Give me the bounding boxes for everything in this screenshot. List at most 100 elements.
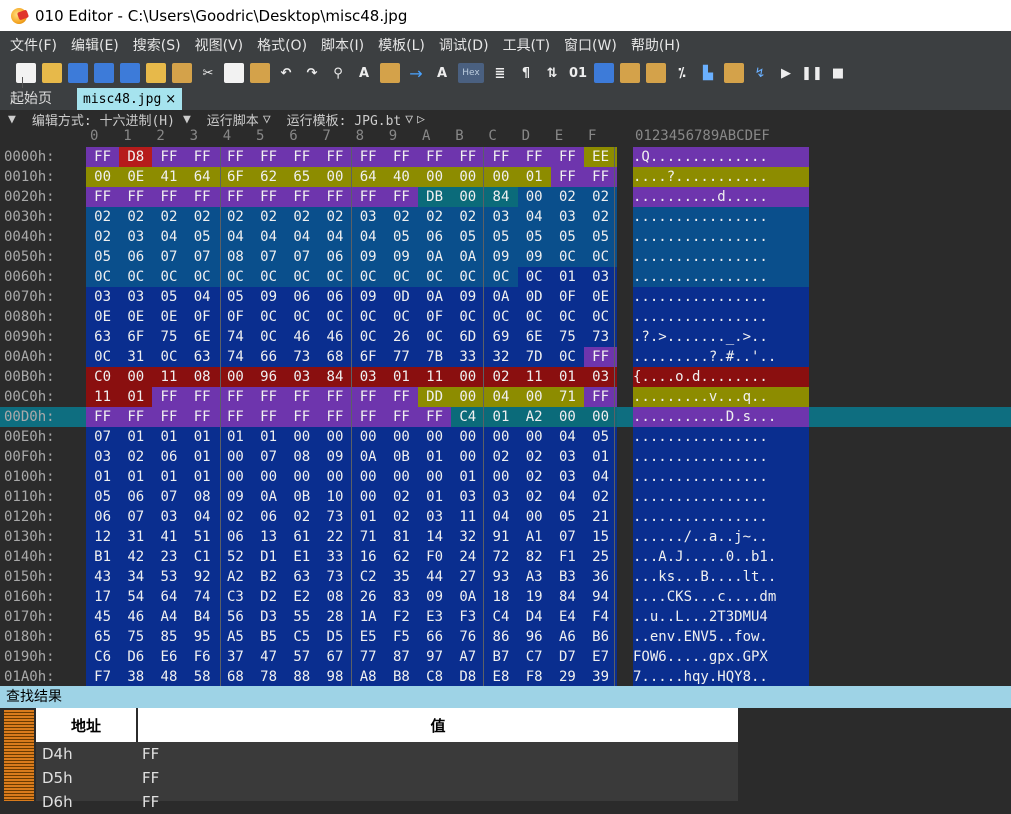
hex-byte[interactable]: 46 bbox=[119, 607, 153, 627]
hex-byte[interactable]: 00 bbox=[451, 367, 485, 387]
ascii-row[interactable]: ..env.ENV5..fow. bbox=[633, 627, 809, 647]
redo-icon[interactable]: ↷ bbox=[302, 63, 322, 83]
hex-byte[interactable]: 36 bbox=[584, 567, 618, 587]
ascii-row[interactable]: .........v...q.. bbox=[633, 387, 809, 407]
hex-byte[interactable]: 09 bbox=[218, 487, 252, 507]
hex-byte[interactable]: 23 bbox=[152, 547, 186, 567]
menu-item-4[interactable]: 格式(O) bbox=[257, 35, 307, 55]
result-address[interactable]: D4h bbox=[42, 742, 73, 766]
hex-byte[interactable]: 92 bbox=[185, 567, 219, 587]
hex-byte[interactable]: 0C bbox=[550, 307, 584, 327]
undo-icon[interactable]: ↶ bbox=[276, 63, 296, 83]
hex-byte[interactable]: 40 bbox=[384, 167, 418, 187]
hex-byte[interactable]: FF bbox=[351, 407, 385, 427]
hex-byte[interactable]: 0D bbox=[517, 287, 551, 307]
hex-row[interactable]: 00D0h: FF FF FF FF FF FF FF FF FF FF FF C4 01 A2 00 00..… bbox=[0, 407, 1011, 427]
hex-byte[interactable]: 01 bbox=[517, 167, 551, 187]
hex-byte[interactable]: 00 bbox=[218, 467, 252, 487]
hex-byte[interactable]: 09 bbox=[517, 247, 551, 267]
hex-byte[interactable]: 74 bbox=[218, 327, 252, 347]
hex-byte[interactable]: 71 bbox=[351, 527, 385, 547]
hex-byte[interactable]: FF bbox=[484, 147, 518, 167]
hex-byte[interactable]: 38 bbox=[119, 667, 153, 686]
hex-byte[interactable]: 62 bbox=[252, 167, 286, 187]
hex-byte[interactable]: 04 bbox=[218, 227, 252, 247]
hex-byte[interactable]: E8 bbox=[484, 667, 518, 686]
hex-byte[interactable]: DB bbox=[418, 187, 452, 207]
hex-byte[interactable]: FF bbox=[252, 187, 286, 207]
ascii-row[interactable]: ................ bbox=[633, 447, 809, 467]
hex-byte[interactable]: 00 bbox=[318, 167, 352, 187]
hex-byte[interactable]: 39 bbox=[584, 667, 618, 686]
hex-byte[interactable]: 02 bbox=[318, 207, 352, 227]
hex-byte[interactable]: FF bbox=[86, 187, 120, 207]
hex-byte[interactable]: 06 bbox=[86, 507, 120, 527]
hex-byte[interactable]: 09 bbox=[418, 587, 452, 607]
hex-byte[interactable]: 0C bbox=[285, 267, 319, 287]
hex-byte[interactable]: 00 bbox=[252, 467, 286, 487]
hex-byte[interactable]: FF bbox=[252, 407, 286, 427]
hex-row[interactable]: 0060h: 0C 0C 0C 0C 0C 0C 0C 0C 0C 0C 0C 0C 0C 0C 01 03..… bbox=[0, 267, 1011, 287]
hex-byte[interactable]: 02 bbox=[418, 207, 452, 227]
hex-byte[interactable]: 43 bbox=[86, 567, 120, 587]
hex-byte[interactable]: 07 bbox=[285, 247, 319, 267]
hex-row[interactable]: 0130h: 12 31 41 51 06 13 61 22 71 81 14 32 91 A1 07 15..… bbox=[0, 527, 1011, 547]
save-icon[interactable] bbox=[68, 63, 88, 83]
hex-byte[interactable]: D7 bbox=[550, 647, 584, 667]
hex-editor[interactable]: 0123456789ABCDEF 0123456789ABCDEF 0000h:… bbox=[0, 128, 1011, 686]
hex-byte[interactable]: 0C bbox=[252, 327, 286, 347]
hex-byte[interactable]: 00 bbox=[451, 447, 485, 467]
hex-byte[interactable]: 25 bbox=[584, 547, 618, 567]
ascii-row[interactable]: ................ bbox=[633, 207, 809, 227]
hex-byte[interactable]: 0C bbox=[351, 267, 385, 287]
ascii-row[interactable]: .........?.#..'.. bbox=[633, 347, 809, 367]
ascii-row[interactable]: ...ks...B....lt.. bbox=[633, 567, 809, 587]
hex-byte[interactable]: 03 bbox=[484, 207, 518, 227]
hex-byte[interactable]: 02 bbox=[86, 227, 120, 247]
hex-byte[interactable]: 0C bbox=[484, 267, 518, 287]
hex-byte[interactable]: FF bbox=[318, 187, 352, 207]
hex-byte[interactable]: 56 bbox=[218, 607, 252, 627]
hex-byte[interactable]: 96 bbox=[252, 367, 286, 387]
ascii-row[interactable]: ...........D.s... bbox=[633, 407, 809, 427]
hex-byte[interactable]: 02 bbox=[384, 507, 418, 527]
hex-byte[interactable]: 01 bbox=[185, 447, 219, 467]
ascii-row[interactable]: .Q.............. bbox=[633, 147, 809, 167]
hex-byte[interactable]: 06 bbox=[418, 227, 452, 247]
hex-byte[interactable]: FF bbox=[384, 387, 418, 407]
hex-byte[interactable]: 02 bbox=[119, 207, 153, 227]
hex-byte[interactable]: 77 bbox=[384, 347, 418, 367]
run-template-button[interactable]: 运行模板: JPG.bt bbox=[287, 110, 402, 129]
hex-byte[interactable]: 0A bbox=[252, 487, 286, 507]
base-convert-icon[interactable]: ↯ bbox=[750, 63, 770, 83]
hex-byte[interactable]: 00 bbox=[351, 467, 385, 487]
hex-row[interactable]: 0120h: 06 07 03 04 02 06 02 73 01 02 03 11 04 00 05 21..… bbox=[0, 507, 1011, 527]
hex-byte[interactable]: 09 bbox=[451, 287, 485, 307]
find-icon[interactable]: ⚲ bbox=[328, 63, 348, 83]
hex-byte[interactable]: 31 bbox=[119, 527, 153, 547]
menu-item-10[interactable]: 帮助(H) bbox=[631, 35, 680, 55]
hex-byte[interactable]: 00 bbox=[384, 427, 418, 447]
hex-byte[interactable]: A5 bbox=[218, 627, 252, 647]
hex-byte[interactable]: 06 bbox=[285, 287, 319, 307]
hex-byte[interactable]: 0C bbox=[584, 307, 618, 327]
hex-byte[interactable]: 68 bbox=[218, 667, 252, 686]
menu-item-8[interactable]: 工具(T) bbox=[503, 35, 550, 55]
hex-byte[interactable]: FF bbox=[351, 187, 385, 207]
play-icon[interactable]: ▷ bbox=[417, 112, 425, 127]
hex-byte[interactable]: 65 bbox=[285, 167, 319, 187]
hex-byte[interactable]: 32 bbox=[484, 347, 518, 367]
hex-byte[interactable]: FF bbox=[218, 387, 252, 407]
hex-byte[interactable]: 81 bbox=[384, 527, 418, 547]
hex-byte[interactable]: FF bbox=[252, 387, 286, 407]
hex-byte[interactable]: 55 bbox=[285, 607, 319, 627]
tab-misc48[interactable]: misc48.jpg × bbox=[77, 88, 183, 110]
pause-icon[interactable]: ❚❚ bbox=[801, 63, 823, 83]
hex-byte[interactable]: 0D bbox=[384, 287, 418, 307]
hex-byte[interactable]: 02 bbox=[185, 207, 219, 227]
hex-byte[interactable]: 06 bbox=[119, 247, 153, 267]
hex-byte[interactable]: 01 bbox=[550, 267, 584, 287]
hex-row[interactable]: 00A0h: 0C 31 0C 63 74 66 73 68 6F 77 7B 33 32 7D 0C FF..… bbox=[0, 347, 1011, 367]
hex-byte[interactable]: 00 bbox=[351, 487, 385, 507]
hex-row[interactable]: 0070h: 03 03 05 04 05 09 06 06 09 0D 0A 09 0A 0D 0F 0E..… bbox=[0, 287, 1011, 307]
